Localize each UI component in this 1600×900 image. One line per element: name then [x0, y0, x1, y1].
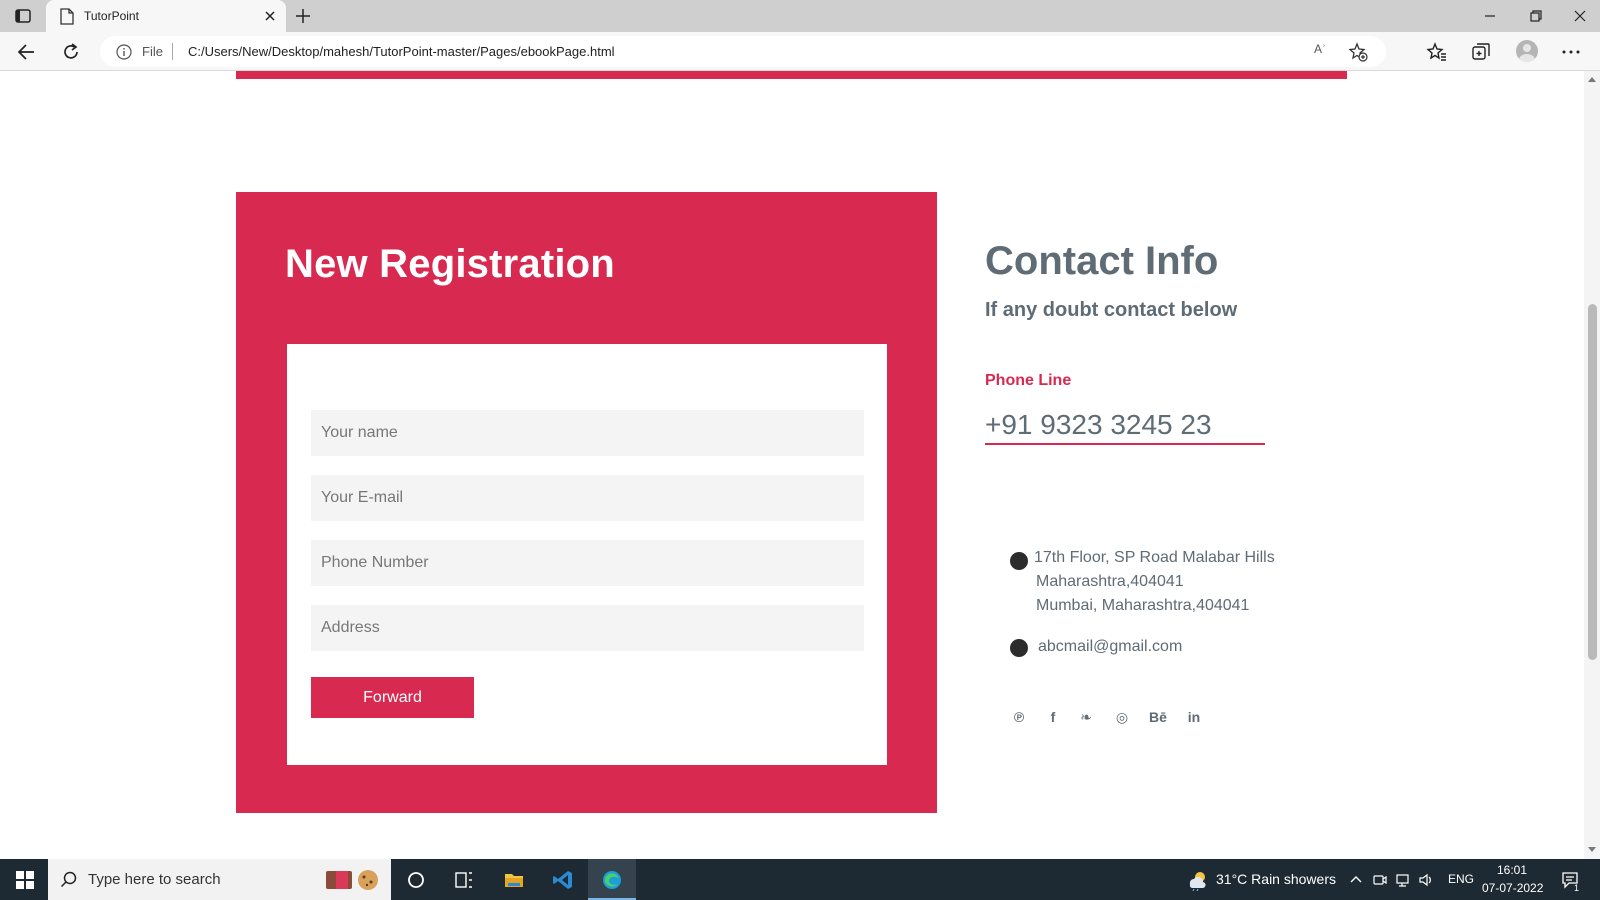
- behance-icon[interactable]: Bē: [1146, 707, 1170, 727]
- tab-actions-icon[interactable]: [14, 7, 32, 25]
- page-icon: [60, 8, 74, 25]
- close-tab-icon[interactable]: [262, 8, 278, 24]
- address-line-3: Mumbai, Maharashtra,404041: [1036, 597, 1250, 614]
- pinterest-icon[interactable]: ℗: [1009, 707, 1029, 727]
- location-icon: [1010, 552, 1028, 570]
- url-text[interactable]: C:/Users/New/Desktop/mahesh/TutorPoint-m…: [188, 44, 615, 59]
- tab-title: TutorPoint: [84, 9, 139, 23]
- registration-title: New Registration: [285, 242, 615, 286]
- twitter-icon[interactable]: ❧: [1076, 707, 1096, 727]
- vertical-scrollbar[interactable]: [1584, 71, 1600, 859]
- browser-toolbar: File C:/Users/New/Desktop/mahesh/TutorPo…: [0, 32, 1600, 71]
- meet-now-icon[interactable]: [1372, 872, 1388, 888]
- search-placeholder: Type here to search: [88, 871, 221, 888]
- profile-avatar[interactable]: [1516, 40, 1538, 62]
- address-line-2: Maharashtra,404041: [1036, 573, 1184, 590]
- facebook-icon[interactable]: f: [1043, 707, 1063, 727]
- windows-taskbar: Type here to search 31°C Rain showers EN…: [0, 859, 1600, 900]
- collections-icon[interactable]: [1470, 41, 1492, 63]
- read-aloud-icon[interactable]: Aʾ: [1314, 42, 1334, 62]
- registration-form: Forward: [287, 344, 887, 765]
- search-highlight-icon: [326, 870, 378, 890]
- cortana-icon[interactable]: [405, 869, 427, 891]
- vscode-icon[interactable]: [552, 869, 574, 891]
- scroll-up-icon[interactable]: [1588, 77, 1596, 82]
- registration-card: New Registration Forward: [236, 192, 937, 813]
- clock-date[interactable]: 07-07-2022: [1482, 881, 1543, 895]
- task-view-icon[interactable]: [453, 869, 475, 891]
- language-indicator[interactable]: ENG: [1448, 872, 1474, 886]
- phone-label: Phone Line: [985, 372, 1072, 389]
- file-explorer-icon[interactable]: [503, 869, 525, 891]
- page-viewport: New Registration Forward Contact Info If…: [0, 71, 1584, 859]
- search-icon: [60, 871, 77, 888]
- phone-input[interactable]: [311, 540, 864, 586]
- refresh-icon[interactable]: [60, 41, 82, 63]
- favorites-icon[interactable]: [1426, 41, 1448, 63]
- weather-rain-icon[interactable]: [1186, 869, 1208, 891]
- back-icon[interactable]: [16, 41, 38, 63]
- restore-icon[interactable]: [1526, 6, 1546, 26]
- browser-tab-bar: TutorPoint: [0, 0, 1600, 32]
- scrollbar-thumb[interactable]: [1588, 304, 1597, 660]
- add-favorite-icon[interactable]: [1348, 42, 1368, 62]
- notification-count: 1: [1574, 883, 1580, 893]
- email-input[interactable]: [311, 475, 864, 521]
- address-line-1: 17th Floor, SP Road Malabar Hills: [1034, 549, 1275, 566]
- windows-start-icon[interactable]: [16, 871, 34, 889]
- clock-time[interactable]: 16:01: [1497, 863, 1527, 877]
- mail-icon: [1010, 639, 1028, 657]
- more-options-icon[interactable]: [1560, 41, 1582, 63]
- minimize-icon[interactable]: [1480, 6, 1500, 26]
- browser-tab[interactable]: TutorPoint: [46, 0, 286, 32]
- info-icon[interactable]: [116, 44, 132, 60]
- contact-info-section: Contact Info If any doubt contact below …: [985, 71, 1405, 859]
- contact-subtitle: If any doubt contact below: [985, 299, 1238, 321]
- edge-icon: [603, 871, 621, 889]
- show-hidden-icons-icon[interactable]: [1348, 872, 1364, 888]
- linkedin-icon[interactable]: in: [1184, 707, 1204, 727]
- phone-number[interactable]: +91 9323 3245 23: [985, 409, 1265, 445]
- contact-title: Contact Info: [985, 239, 1219, 283]
- email-link[interactable]: abcmail@gmail.com: [1038, 638, 1182, 656]
- weather-text[interactable]: 31°C Rain showers: [1216, 871, 1336, 887]
- url-separator: [172, 43, 173, 60]
- edge-taskbar-button[interactable]: [588, 859, 636, 900]
- volume-icon[interactable]: [1418, 872, 1434, 888]
- forward-button[interactable]: Forward: [311, 677, 474, 718]
- dribbble-icon[interactable]: ◎: [1112, 707, 1132, 727]
- new-tab-icon[interactable]: [294, 7, 312, 25]
- address-bar[interactable]: File C:/Users/New/Desktop/mahesh/TutorPo…: [100, 36, 1386, 67]
- scroll-down-icon[interactable]: [1588, 847, 1596, 852]
- address-input[interactable]: [311, 605, 864, 651]
- name-input[interactable]: [311, 410, 864, 456]
- url-scheme: File: [142, 44, 163, 59]
- network-icon[interactable]: [1396, 872, 1412, 888]
- taskbar-search[interactable]: Type here to search: [48, 859, 391, 900]
- close-window-icon[interactable]: [1570, 6, 1590, 26]
